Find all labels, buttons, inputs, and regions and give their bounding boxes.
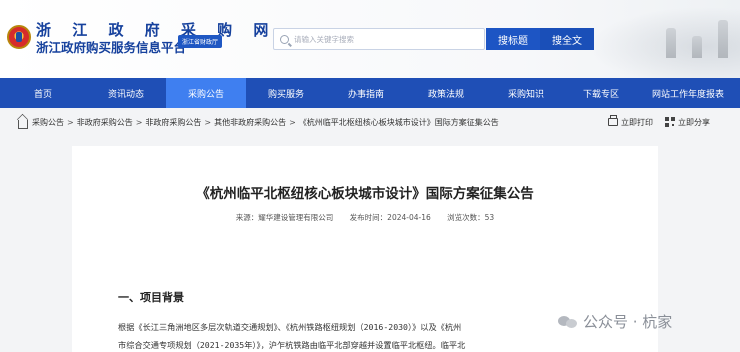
nav-item-downloads[interactable]: 下载专区	[566, 78, 636, 108]
nav-item-annual-report[interactable]: 网站工作年度报表	[636, 78, 740, 108]
search-icon	[280, 34, 289, 44]
breadcrumb-separator: >	[135, 117, 143, 127]
nav-item-news[interactable]: 资讯动态	[86, 78, 166, 108]
search-title-button[interactable]: 搜标题	[486, 28, 540, 50]
breadcrumb-separator: >	[289, 117, 296, 127]
pagoda-icon	[718, 20, 728, 58]
page: 浙 江 政 府 采 购 网 浙江政府购买服务信息平台 浙江省财政厅 搜标题 搜全…	[0, 0, 740, 352]
share-button[interactable]: 立即分享	[665, 117, 710, 128]
national-emblem-logo[interactable]	[7, 25, 31, 49]
site-header: 浙 江 政 府 采 购 网 浙江政府购买服务信息平台 浙江省财政厅 搜标题 搜全…	[0, 0, 740, 78]
nav-item-knowledge[interactable]: 采购知识	[486, 78, 566, 108]
section-heading: 一、项目背景	[118, 291, 184, 304]
search-box[interactable]	[273, 28, 485, 50]
nav-item-purchase-services[interactable]: 购买服务	[246, 78, 326, 108]
nav-item-guide[interactable]: 办事指南	[326, 78, 406, 108]
breadcrumb-item[interactable]: 其他非政府采购公告	[214, 117, 286, 128]
article-title: 《杭州临平北枢纽核心板块城市设计》国际方案征集公告	[196, 186, 534, 202]
paragraph-line: 市综合交通专项规划（2021-2035年）》，沪乍杭铁路由临平北部穿越并设置临平…	[118, 340, 466, 350]
wechat-watermark: 公众号 · 杭家	[558, 311, 672, 332]
wechat-icon	[558, 314, 578, 330]
nav-item-procurement-notices[interactable]: 采购公告	[166, 78, 246, 108]
article-views: 浏览次数：53	[447, 213, 495, 222]
breadcrumb-item[interactable]: 非政府采购公告	[145, 117, 201, 128]
qr-code-icon	[665, 117, 675, 127]
finance-dept-badge[interactable]: 浙江省财政厅	[178, 35, 223, 48]
paragraph-line: 根据《长江三角洲地区多层次轨道交通规划》、《杭州铁路枢纽规划（2016-2030…	[118, 322, 462, 332]
pagoda-decoration	[666, 20, 728, 58]
article-source: 来源：耀华建设管理有限公司	[235, 213, 334, 222]
nav-item-regulations[interactable]: 政策法规	[406, 78, 486, 108]
breadcrumb: 采购公告 > 非政府采购公告 > 非政府采购公告 > 其他非政府采购公告 > 《…	[0, 110, 740, 134]
search-input[interactable]	[294, 34, 474, 44]
article-paragraph: 根据《长江三角洲地区多层次轨道交通规划》、《杭州铁路枢纽规划（2016-2030…	[118, 318, 618, 352]
nav-item-home[interactable]: 首页	[0, 78, 86, 108]
article-publish-time: 发布时间：2024-04-16	[349, 213, 431, 222]
breadcrumb-current: 《杭州临平北枢纽核心板块城市设计》国际方案征集公告	[298, 117, 499, 127]
breadcrumb-item[interactable]: 非政府采购公告	[77, 117, 133, 128]
printer-icon	[608, 115, 618, 126]
breadcrumb-separator: >	[204, 117, 212, 127]
home-icon[interactable]	[18, 119, 28, 129]
print-button[interactable]: 立即打印	[608, 115, 653, 128]
site-subtitle: 浙江政府购买服务信息平台	[36, 40, 187, 55]
watermark-text: 公众号 · 杭家	[583, 313, 673, 331]
page-tools: 立即打印 立即分享	[608, 110, 710, 134]
pagoda-icon	[666, 28, 676, 58]
breadcrumb-separator: >	[67, 117, 74, 127]
breadcrumb-item[interactable]: 采购公告	[32, 117, 64, 128]
site-title[interactable]: 浙 江 政 府 采 购 网	[36, 22, 276, 39]
search-fulltext-button[interactable]: 搜全文	[540, 28, 594, 50]
pagoda-icon	[692, 36, 702, 58]
share-label: 立即分享	[678, 117, 710, 127]
main-nav: 首页 资讯动态 采购公告 购买服务 办事指南 政策法规 采购知识 下载专区 网站…	[0, 78, 740, 108]
article-meta: 来源：耀华建设管理有限公司 发布时间：2024-04-16 浏览次数：53	[72, 212, 658, 223]
print-label: 立即打印	[621, 117, 653, 127]
